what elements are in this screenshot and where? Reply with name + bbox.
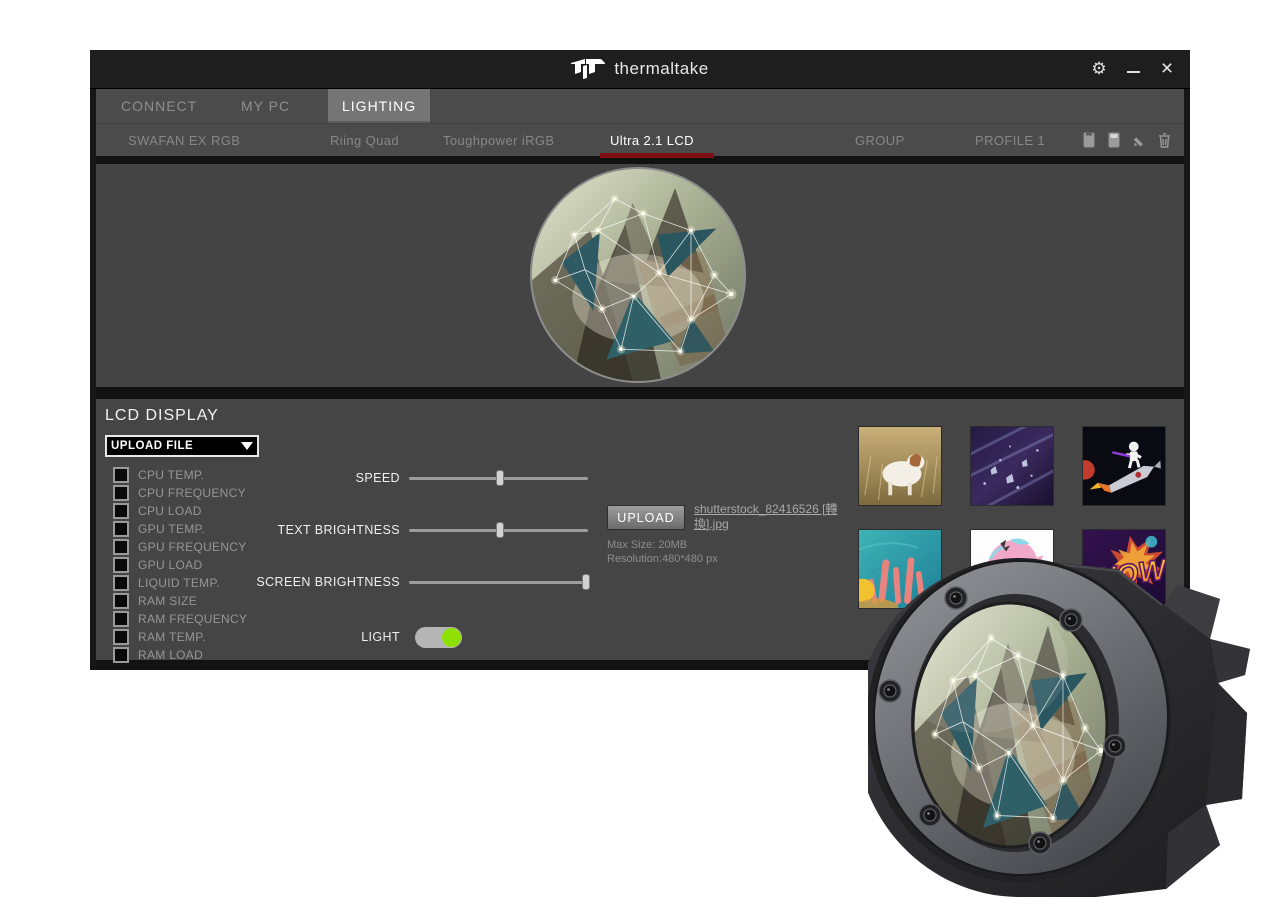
metric-cpu-load: CPU LOAD: [113, 503, 202, 519]
checkbox-gpu-load[interactable]: [113, 557, 129, 573]
thermaltake-tt-logo-icon: [571, 59, 605, 79]
device-tab-profile-1[interactable]: PROFILE 1: [975, 124, 1045, 156]
max-size-note: Max Size: 20MB: [607, 539, 687, 551]
checkbox-ram-frequency[interactable]: [113, 611, 129, 627]
speed-slider[interactable]: [409, 477, 588, 480]
checkbox-ram-temp[interactable]: [113, 629, 129, 645]
chevron-down-icon: [241, 442, 253, 450]
device-tab-ultra-lcd[interactable]: Ultra 2.1 LCD: [610, 124, 694, 156]
checkbox-cpu-frequency[interactable]: [113, 485, 129, 501]
active-tab-underline: [600, 153, 714, 158]
close-icon[interactable]: ×: [1158, 60, 1176, 78]
light-toggle[interactable]: [415, 627, 462, 648]
uploaded-filename-link[interactable]: shutterstock_82416526 [轉換].jpg: [694, 502, 840, 532]
checkbox-liquid-temp[interactable]: [113, 575, 129, 591]
tab-connect[interactable]: CONNECT: [121, 89, 197, 123]
metric-cpu-temp: CPU TEMP.: [113, 467, 204, 483]
ultra-lcd-device-render: [868, 553, 1260, 900]
resolution-note: Resolution:480*480 px: [607, 553, 718, 565]
device-tab-group[interactable]: GROUP: [855, 124, 905, 156]
brand: thermaltake: [90, 50, 1190, 88]
metric-gpu-temp: GPU TEMP.: [113, 521, 205, 537]
lcd-preview-circle: [530, 167, 746, 383]
save-profile-icon[interactable]: [1081, 131, 1097, 149]
metric-ram-temp: RAM TEMP.: [113, 629, 206, 645]
device-tab-riing-quad[interactable]: Riing Quad: [330, 124, 399, 156]
display-mode-value: UPLOAD FILE: [107, 440, 241, 452]
metric-ram-frequency: RAM FREQUENCY: [113, 611, 247, 627]
metric-ram-load: RAM LOAD: [113, 647, 203, 663]
title-bar: thermaltake ⚙ ×: [90, 50, 1190, 89]
metric-gpu-frequency: GPU FREQUENCY: [113, 539, 247, 555]
panel-title: LCD DISPLAY: [105, 407, 219, 425]
screen-brightness-slider-row: SCREEN BRIGHTNESS: [196, 573, 596, 591]
thumbnail-astronaut-riding-rocket[interactable]: [1082, 426, 1166, 506]
copy-profile-icon[interactable]: [1106, 131, 1122, 149]
speed-slider-row: SPEED: [196, 469, 596, 487]
brand-name: thermaltake: [614, 59, 708, 79]
settings-gear-icon[interactable]: ⚙: [1090, 60, 1108, 78]
metric-ram-size: RAM SIZE: [113, 593, 197, 609]
screenshot-stage: thermaltake ⚙ × CONNECT MY PC LIGHTING S…: [0, 0, 1280, 900]
device-tab-swafan[interactable]: SWAFAN EX RGB: [128, 124, 240, 156]
upload-button[interactable]: UPLOAD: [607, 505, 685, 530]
screen-brightness-slider[interactable]: [409, 581, 588, 584]
metric-cpu-frequency: CPU FREQUENCY: [113, 485, 246, 501]
checkbox-gpu-temp[interactable]: [113, 521, 129, 537]
light-row: LIGHT: [196, 627, 596, 649]
main-tab-bar: CONNECT MY PC LIGHTING: [96, 89, 1184, 123]
thumbnail-dog-running-in-field[interactable]: [858, 426, 942, 506]
lcd-preview-area: [96, 164, 1184, 387]
tab-my-pc[interactable]: MY PC: [241, 89, 290, 123]
device-tab-toughpower[interactable]: Toughpower iRGB: [443, 124, 555, 156]
edit-profile-icon[interactable]: [1131, 131, 1147, 149]
speed-slider-handle[interactable]: [496, 470, 504, 486]
checkbox-ram-size[interactable]: [113, 593, 129, 609]
checkbox-gpu-frequency[interactable]: [113, 539, 129, 555]
tab-lighting[interactable]: LIGHTING: [328, 89, 430, 123]
delete-profile-icon[interactable]: [1156, 131, 1172, 149]
profile-actions: [1081, 124, 1172, 156]
text-brightness-slider-row: TEXT BRIGHTNESS: [196, 521, 596, 539]
checkbox-ram-load[interactable]: [113, 647, 129, 663]
thumbnail-purple-space-debris[interactable]: [970, 426, 1054, 506]
checkbox-cpu-temp[interactable]: [113, 467, 129, 483]
device-tab-bar: SWAFAN EX RGB Riing Quad Toughpower iRGB…: [96, 123, 1184, 156]
display-mode-select[interactable]: UPLOAD FILE: [105, 435, 259, 457]
metric-gpu-load: GPU LOAD: [113, 557, 202, 573]
minimize-icon[interactable]: [1124, 60, 1142, 78]
text-brightness-slider-handle[interactable]: [496, 522, 504, 538]
light-toggle-knob: [442, 628, 461, 647]
checkbox-cpu-load[interactable]: [113, 503, 129, 519]
text-brightness-slider[interactable]: [409, 529, 588, 532]
screen-brightness-slider-handle[interactable]: [582, 574, 590, 590]
